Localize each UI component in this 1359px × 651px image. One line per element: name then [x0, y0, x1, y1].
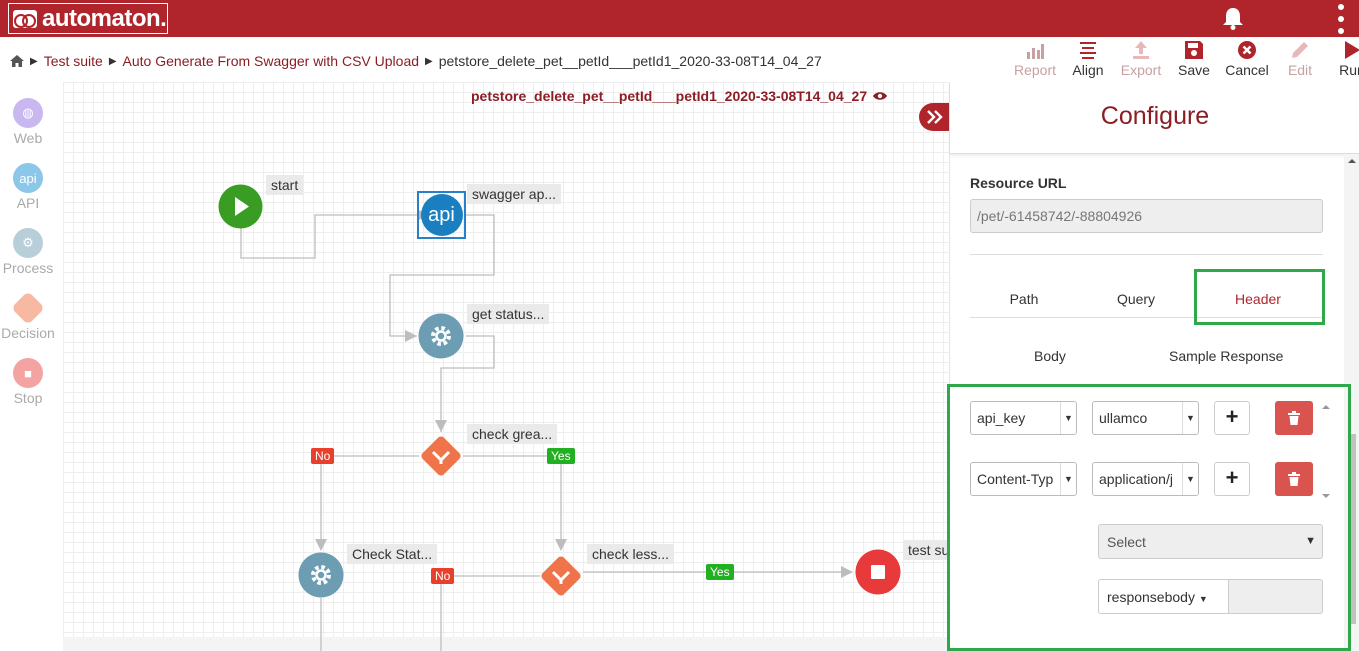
play-icon [1345, 41, 1359, 59]
run-button[interactable]: Run [1326, 40, 1359, 80]
close-circle-icon [1238, 41, 1256, 59]
flow-connectors [240, 209, 853, 651]
floppy-disk-icon [1185, 41, 1203, 59]
api-node[interactable]: api [417, 191, 466, 239]
get-status-node[interactable] [418, 313, 464, 359]
export-label: Export [1120, 62, 1162, 78]
get-status-node-label: get status... [467, 304, 550, 324]
toolbar: Report Align Export Save Cancel Edit Ru [1008, 40, 1359, 80]
divider [970, 254, 1323, 255]
tab-path[interactable]: Path [970, 280, 1078, 318]
align-button[interactable]: Align [1062, 40, 1114, 80]
bar-chart-icon [1027, 44, 1044, 59]
yes-branch-badge: Yes [706, 564, 734, 580]
api-icon: api [420, 194, 463, 236]
save-label: Save [1178, 62, 1210, 78]
save-button[interactable]: Save [1168, 40, 1220, 80]
report-label: Report [1013, 62, 1057, 78]
edit-label: Edit [1287, 62, 1313, 78]
no-branch-badge: No [311, 448, 335, 464]
header-section-highlight [947, 384, 1351, 651]
tab-sample-response[interactable]: Sample Response [1169, 348, 1283, 364]
report-button[interactable]: Report [1008, 40, 1062, 80]
header-tab-highlight [1194, 269, 1325, 325]
configure-panel: Configure Resource URL /pet/-61458742/-8… [947, 82, 1359, 651]
export-button[interactable]: Export [1114, 40, 1168, 80]
align-icon [1080, 42, 1096, 59]
pencil-icon [1292, 42, 1308, 58]
bell-icon[interactable] [1222, 6, 1244, 30]
tab-query[interactable]: Query [1078, 280, 1194, 318]
check-greater-node-label: check grea... [467, 424, 558, 444]
start-node[interactable] [218, 184, 263, 229]
scroll-up-icon [1348, 159, 1356, 163]
api-node-icon-text: api [428, 203, 455, 226]
configure-title: Configure [1100, 102, 1210, 130]
upload-icon [1133, 41, 1149, 59]
yes-branch-badge: Yes [547, 448, 575, 464]
check-status-node[interactable] [298, 552, 344, 598]
stop-node[interactable] [855, 549, 901, 595]
check-less-node-label: check less... [587, 544, 675, 564]
tab-body[interactable]: Body [1034, 348, 1066, 364]
configure-panel-header: Configure [950, 82, 1359, 154]
start-node-label: start [266, 175, 304, 195]
collapse-panel-button[interactable] [919, 103, 951, 131]
cancel-label: Cancel [1225, 62, 1269, 78]
double-chevron-right-icon [927, 110, 943, 124]
check-status-node-label: Check Stat... [347, 544, 438, 564]
resource-url-label: Resource URL [970, 175, 1067, 191]
no-branch-badge: No [431, 568, 455, 584]
align-label: Align [1072, 62, 1104, 78]
resource-url-field[interactable]: /pet/-61458742/-88804926 [970, 199, 1323, 233]
edit-button[interactable]: Edit [1274, 40, 1326, 80]
cancel-button[interactable]: Cancel [1220, 40, 1274, 80]
check-greater-node[interactable] [418, 433, 464, 479]
check-less-node[interactable] [538, 553, 584, 599]
run-label: Run [1339, 62, 1359, 78]
more-menu-icon[interactable] [1336, 4, 1346, 34]
test-suite-node-label: test su [903, 540, 949, 560]
swagger-node-label: swagger ap... [467, 184, 562, 204]
